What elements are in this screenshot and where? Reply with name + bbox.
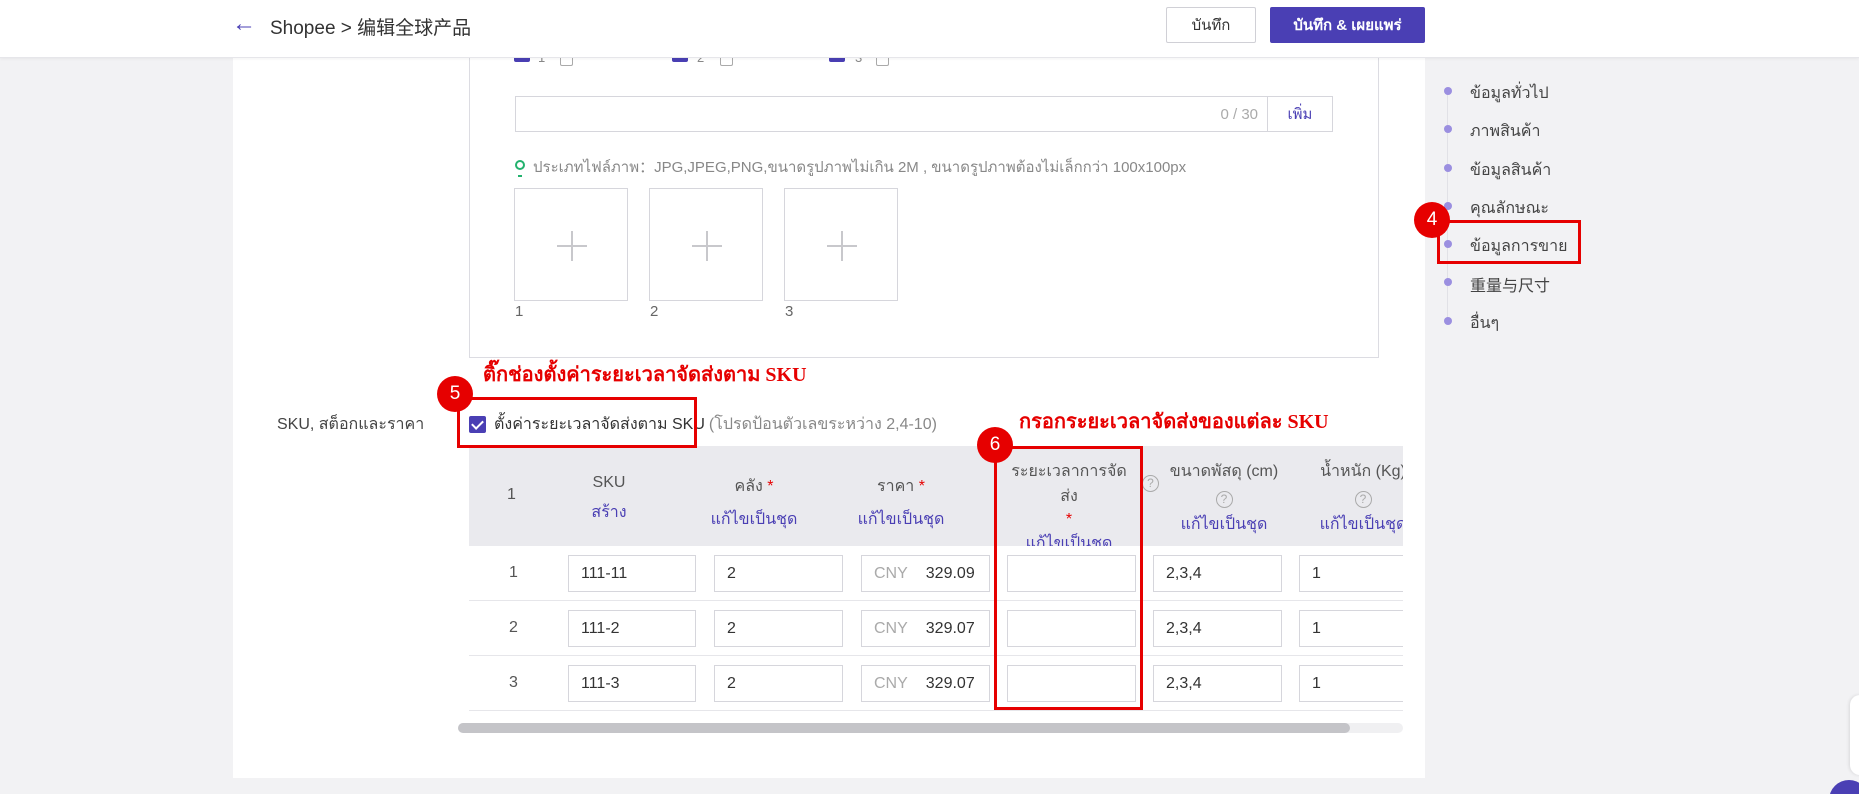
annotation-note-5: ติ๊กช่องตั้งค่าระยะเวลาจัดส่งตาม SKU: [483, 364, 807, 386]
sidenav-item-images[interactable]: ภาพสินค้า: [1440, 116, 1600, 142]
sku-input[interactable]: 111-3: [568, 665, 696, 702]
sku-input[interactable]: 111-2: [568, 610, 696, 647]
header-dimension: ขนาดพัสดุ (cm) ? แก้ไขเป็นชุด: [1159, 459, 1289, 537]
currency-prefix: CNY: [874, 675, 908, 692]
price-value: 329.09: [925, 565, 975, 582]
table-row: 3 111-3 2 CNY 329.07 2,3,4 1: [469, 656, 1403, 711]
row-index: 2: [509, 619, 518, 636]
save-button[interactable]: บันทึก: [1166, 7, 1256, 43]
table-scrollbar-thumb[interactable]: [458, 723, 1350, 733]
sidenav-item-weight-size[interactable]: 重量与尺寸: [1440, 269, 1600, 295]
add-option-button[interactable]: เพิ่ม: [1267, 96, 1333, 132]
annotation-badge-6: 6: [977, 427, 1013, 463]
row-index: 3: [509, 674, 518, 691]
header-price: ราคา * แก้ไขเป็นชุด: [841, 474, 961, 532]
image-hint-text: ประเภทไฟล์ภาพ：JPG,JPEG,PNG,ขนาดรูปภาพไม่…: [533, 159, 1187, 176]
save-and-publish-button[interactable]: บันทึก & เผยแพร่: [1270, 7, 1425, 43]
upload-label-3: 3: [785, 303, 794, 320]
stock-batch-edit-link[interactable]: แก้ไขเป็นชุด: [694, 507, 814, 532]
price-input[interactable]: CNY 329.09: [861, 555, 990, 592]
dimension-input[interactable]: 2,3,4: [1153, 665, 1282, 702]
table-row: 2 111-2 2 CNY 329.07 2,3,4 1: [469, 601, 1403, 656]
char-counter: 0 / 30: [1220, 106, 1258, 123]
nav-dot-icon: [1444, 278, 1452, 286]
price-input[interactable]: CNY 329.07: [861, 665, 990, 702]
header-weight: น้ำหนัก (Kg) ? แก้ไขเป็นชุด: [1299, 459, 1403, 537]
dimension-input[interactable]: 2,3,4: [1153, 610, 1282, 647]
nav-dot-icon: [1444, 125, 1452, 133]
annotation-badge-4: 4: [1414, 202, 1450, 238]
header-sku: SKU สร้าง: [549, 474, 669, 525]
annotation-box-4: [1437, 220, 1581, 264]
annotation-note-6: กรอกระยะเวลาจัดส่งของแต่ละ SKU: [1019, 411, 1329, 433]
header-stock: คลัง * แก้ไขเป็นชุด: [694, 474, 814, 532]
header-index: 1: [507, 486, 516, 503]
sku-create-link[interactable]: สร้าง: [549, 500, 669, 525]
sidenav-item-others[interactable]: อื่นๆ: [1440, 308, 1600, 334]
top-bar: ← Shopee > 编辑全球产品 บันทึก บันทึก & เผยแพร…: [0, 0, 1859, 58]
weight-batch-edit-link[interactable]: แก้ไขเป็นชุด: [1299, 512, 1403, 537]
new-option-input[interactable]: 0 / 30: [515, 96, 1268, 132]
sidenav-item-attributes[interactable]: คุณลักษณะ: [1440, 193, 1600, 219]
price-batch-edit-link[interactable]: แก้ไขเป็นชุด: [841, 507, 961, 532]
annotation-badge-5: 5: [437, 376, 473, 412]
image-upload-2[interactable]: [649, 188, 763, 301]
sku-input[interactable]: 111-11: [568, 555, 696, 592]
image-upload-1[interactable]: [514, 188, 628, 301]
page-title: Shopee > 编辑全球产品: [270, 18, 472, 39]
sku-section-label: SKU, สต็อกและราคา: [277, 416, 425, 433]
price-input[interactable]: CNY 329.07: [861, 610, 990, 647]
weight-input[interactable]: 1: [1299, 555, 1403, 592]
image-upload-3[interactable]: [784, 188, 898, 301]
nav-dot-icon: [1444, 87, 1452, 95]
sidenav-item-general[interactable]: ข้อมูลทั่วไป: [1440, 78, 1600, 104]
row-index: 1: [509, 564, 518, 581]
weight-input[interactable]: 1: [1299, 610, 1403, 647]
nav-dot-icon: [1444, 164, 1452, 172]
price-value: 329.07: [925, 675, 975, 692]
dimension-input[interactable]: 2,3,4: [1153, 555, 1282, 592]
dimension-help-icon[interactable]: ?: [1215, 491, 1233, 508]
price-value: 329.07: [925, 620, 975, 637]
weight-input[interactable]: 1: [1299, 665, 1403, 702]
annotation-box-5: [457, 397, 697, 448]
sidenav-item-product-info[interactable]: ข้อมูลสินค้า: [1440, 155, 1600, 181]
stock-input[interactable]: 2: [714, 555, 843, 592]
upload-label-1: 1: [515, 303, 524, 320]
image-hint: ประเภทไฟล์ภาพ：JPG,JPEG,PNG,ขนาดรูปภาพไม่…: [515, 155, 1186, 179]
currency-prefix: CNY: [874, 620, 908, 637]
currency-prefix: CNY: [874, 565, 908, 582]
sku-table: 1 SKU สร้าง คลัง * แก้ไขเป็นชุด ราคา * แ…: [469, 446, 1403, 712]
dts-by-sku-hint: (โปรดป้อนตัวเลขระหว่าง 2,4-10): [708, 416, 937, 433]
back-arrow-icon[interactable]: ←: [232, 10, 256, 38]
upload-label-2: 2: [650, 303, 659, 320]
stock-input[interactable]: 2: [714, 665, 843, 702]
table-header: 1 SKU สร้าง คลัง * แก้ไขเป็นชุด ราคา * แ…: [469, 446, 1403, 552]
edge-panel[interactable]: [1850, 695, 1859, 775]
floating-help-button[interactable]: [1829, 780, 1859, 794]
weight-help-icon[interactable]: ?: [1354, 491, 1372, 508]
stock-input[interactable]: 2: [714, 610, 843, 647]
dimension-batch-edit-link[interactable]: แก้ไขเป็นชุด: [1159, 512, 1289, 537]
nav-dot-icon: [1444, 317, 1452, 325]
lightbulb-icon: [515, 160, 525, 177]
dts-help-icon[interactable]: ?: [1142, 475, 1159, 492]
annotation-box-6: [994, 446, 1143, 710]
table-row: 1 111-11 2 CNY 329.09 2,3,4 1: [469, 546, 1403, 601]
